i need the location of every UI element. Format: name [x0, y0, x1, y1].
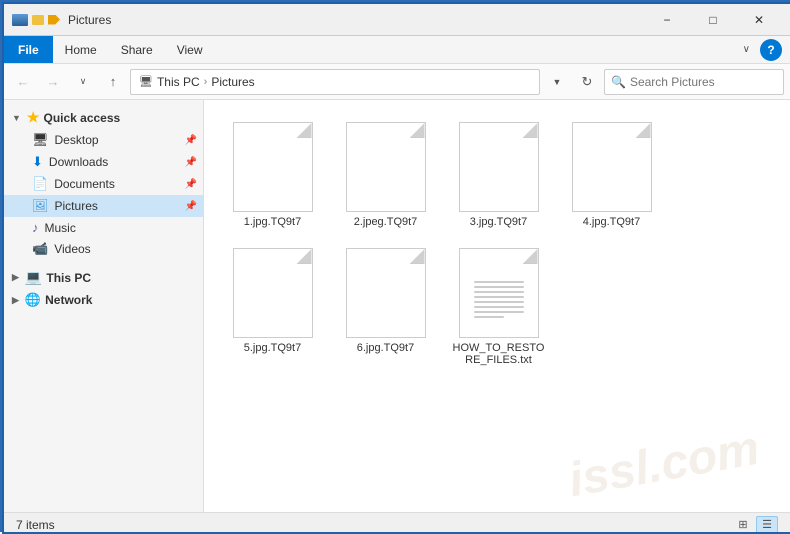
desktop-icon: 🖥: [32, 132, 49, 148]
toolbar: ← → ∨ ↑ 🖥 This PC › Pictures ▼ ↻ 🔍: [4, 64, 790, 100]
sidebar-item-downloads[interactable]: ⬇ Downloads 📌: [4, 151, 203, 173]
music-label: Music: [45, 221, 76, 235]
file-item-file7[interactable]: HOW_TO_RESTORE_FILES.txt: [446, 242, 551, 372]
file-item-file2[interactable]: 2.jpeg.TQ9t7: [333, 116, 438, 234]
quick-access-icon: ★: [27, 109, 40, 126]
quick-access-label: Quick access: [43, 111, 120, 125]
ribbon-collapse-button[interactable]: ∨: [737, 40, 756, 59]
sidebar-item-documents[interactable]: 📄 Documents 📌: [4, 173, 203, 195]
pin-icon-documents: 📌: [185, 179, 197, 190]
documents-label: Documents: [54, 177, 115, 191]
recent-locations-button[interactable]: ∨: [70, 69, 96, 95]
sidebar-item-videos[interactable]: 📹 Videos: [4, 238, 203, 260]
thispc-label: This PC: [46, 271, 91, 285]
thispc-icon: 💻: [25, 269, 42, 286]
file-thumb-file7: [459, 248, 539, 338]
menu-share[interactable]: Share: [109, 36, 165, 63]
file-thumb-file2: [346, 122, 426, 212]
file-item-file1[interactable]: 1.jpg.TQ9t7: [220, 116, 325, 234]
downloads-label: Downloads: [49, 155, 108, 169]
sidebar-item-desktop[interactable]: 🖥 Desktop 📌: [4, 129, 203, 151]
pin-icon-downloads: 📌: [185, 157, 197, 168]
menu-view[interactable]: View: [165, 36, 215, 63]
file-name-file5: 5.jpg.TQ9t7: [244, 342, 301, 354]
desktop-label: Desktop: [55, 133, 99, 147]
minimize-button[interactable]: −: [644, 4, 690, 36]
help-button[interactable]: ?: [760, 39, 782, 61]
documents-icon: 📄: [32, 176, 48, 192]
menu-home[interactable]: Home: [53, 36, 109, 63]
refresh-button[interactable]: ↻: [574, 69, 600, 95]
sidebar-item-pictures[interactable]: 🖼 Pictures 📌: [4, 195, 203, 217]
forward-button[interactable]: →: [40, 69, 66, 95]
title-bar: Pictures − □ ✕: [4, 4, 790, 36]
window-icon-blue: [12, 14, 28, 26]
this-pc-icon: 🖥: [139, 75, 153, 88]
search-icon: 🔍: [611, 75, 626, 89]
back-button[interactable]: ←: [10, 69, 36, 95]
grid-view-button[interactable]: ⊞: [732, 516, 754, 534]
sidebar-item-music[interactable]: ♪ Music: [4, 217, 203, 238]
music-icon: ♪: [32, 220, 39, 235]
address-part-thispc[interactable]: This PC: [157, 75, 200, 89]
window-controls: − □ ✕: [644, 4, 782, 36]
pictures-label: Pictures: [55, 199, 98, 213]
close-button[interactable]: ✕: [736, 4, 782, 36]
network-icon: 🌐: [25, 292, 41, 308]
file-area: 1.jpg.TQ9t7 2.jpeg.TQ9t7 3.jpg.TQ9t7 4.jpg.…: [204, 100, 790, 512]
pin-icon-pictures: 📌: [185, 201, 197, 212]
address-dropdown-button[interactable]: ▼: [544, 69, 570, 95]
file-thumb-file4: [572, 122, 652, 212]
downloads-icon: ⬇: [32, 154, 43, 170]
file-thumb-file5: [233, 248, 313, 338]
title-bar-icon-group: [12, 14, 60, 26]
search-box[interactable]: 🔍: [604, 69, 784, 95]
thispc-chevron: ▶: [12, 272, 19, 283]
network-label: Network: [45, 293, 92, 307]
status-bar: 7 items ⊞ ☰: [4, 512, 790, 534]
sidebar-item-thispc[interactable]: ▶ 💻 This PC: [4, 266, 203, 289]
sidebar-item-network[interactable]: ▶ 🌐 Network: [4, 289, 203, 311]
maximize-button[interactable]: □: [690, 4, 736, 36]
address-part-pictures[interactable]: Pictures: [211, 75, 254, 89]
file-item-file4[interactable]: 4.jpg.TQ9t7: [559, 116, 664, 234]
window-icon-tab: [32, 15, 44, 25]
file-name-file6: 6.jpg.TQ9t7: [357, 342, 414, 354]
file-name-file2: 2.jpeg.TQ9t7: [354, 216, 418, 228]
file-thumb-file1: [233, 122, 313, 212]
sidebar: ▼ ★ Quick access 🖥 Desktop 📌 ⬇ Downloads…: [4, 100, 204, 512]
file-thumb-file3: [459, 122, 539, 212]
file-name-file7: HOW_TO_RESTORE_FILES.txt: [452, 342, 545, 366]
file-item-file3[interactable]: 3.jpg.TQ9t7: [446, 116, 551, 234]
file-name-file1: 1.jpg.TQ9t7: [244, 216, 301, 228]
menu-bar: File Home Share View ∨ ?: [4, 36, 790, 64]
file-item-file5[interactable]: 5.jpg.TQ9t7: [220, 242, 325, 372]
file-name-file4: 4.jpg.TQ9t7: [583, 216, 640, 228]
quick-access-chevron: ▼: [12, 113, 21, 123]
search-input[interactable]: [630, 75, 777, 89]
videos-label: Videos: [54, 242, 90, 256]
file-thumb-file6: [346, 248, 426, 338]
menu-bar-right: ∨ ?: [729, 36, 790, 63]
list-view-button[interactable]: ☰: [756, 516, 778, 534]
menu-file[interactable]: File: [4, 36, 53, 63]
videos-icon: 📹: [32, 241, 48, 257]
file-name-file3: 3.jpg.TQ9t7: [470, 216, 527, 228]
network-chevron: ▶: [12, 295, 19, 306]
view-toggle: ⊞ ☰: [732, 516, 778, 534]
pictures-icon: 🖼: [32, 198, 49, 214]
quick-access-header[interactable]: ▼ ★ Quick access: [4, 106, 203, 129]
window-icon-arrow: [48, 15, 60, 25]
window-title: Pictures: [68, 13, 644, 27]
address-parts: This PC › Pictures: [157, 75, 255, 89]
main-layout: ▼ ★ Quick access 🖥 Desktop 📌 ⬇ Downloads…: [4, 100, 790, 512]
pin-icon-desktop: 📌: [185, 135, 197, 146]
file-item-file6[interactable]: 6.jpg.TQ9t7: [333, 242, 438, 372]
address-bar[interactable]: 🖥 This PC › Pictures: [130, 69, 540, 95]
item-count: 7 items: [16, 518, 55, 532]
up-button[interactable]: ↑: [100, 69, 126, 95]
